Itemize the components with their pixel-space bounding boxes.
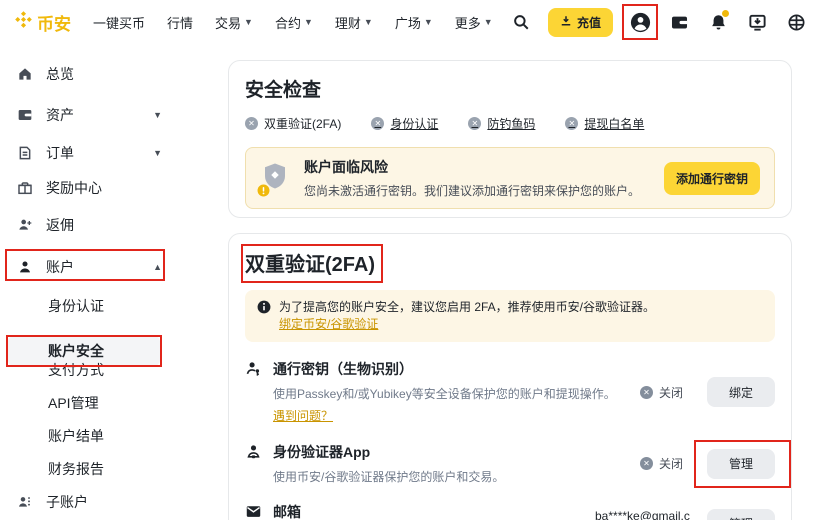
sidebar-item-overview[interactable]: 总览	[16, 64, 166, 84]
email-icon	[245, 503, 263, 520]
binance-logo[interactable]: 币安	[14, 10, 71, 35]
chevron-down-icon: ▼	[153, 110, 162, 120]
referral-icon	[16, 216, 34, 234]
sidebar-subitem-statement[interactable]: 账户结单	[48, 426, 104, 446]
authenticator-description: 使用币安/谷歌验证器保护您的账户和交易。	[273, 468, 640, 485]
chevron-down-icon: ▼	[304, 18, 313, 27]
status-off-icon: ✕	[640, 386, 653, 399]
binance-diamond-icon	[14, 10, 33, 34]
authenticator-icon	[245, 443, 263, 461]
sidebar-item-orders[interactable]: 订单 ▼	[16, 143, 166, 163]
risk-warning-description: 您尚未激活通行密钥。我们建议添加通行密钥来保护您的账户。	[304, 182, 650, 199]
subaccounts-icon	[16, 493, 34, 511]
status-off-icon: ✕	[640, 457, 653, 470]
authenticator-title: 身份验证器App	[273, 442, 640, 462]
authenticator-manage-button[interactable]: 管理	[707, 449, 775, 479]
risk-warning-banner: 账户面临风险 您尚未激活通行密钥。我们建议添加通行密钥来保护您的账户。 添加通行…	[245, 147, 775, 209]
authenticator-status: ✕ 关闭	[640, 455, 683, 472]
risk-warning-text: 账户面临风险 您尚未激活通行密钥。我们建议添加通行密钥来保护您的账户。	[304, 157, 650, 199]
passkey-description: 使用Passkey和/或Yubikey等安全设备保护您的账户和提现操作。	[273, 385, 640, 402]
status-off-icon: ✕	[565, 117, 578, 130]
passkey-info: 通行密钥（生物识别） 使用Passkey和/或Yubikey等安全设备保护您的账…	[273, 359, 640, 425]
nav-right: 充值	[509, 0, 808, 44]
passkey-row: 通行密钥（生物识别） 使用Passkey和/或Yubikey等安全设备保护您的账…	[245, 359, 775, 425]
deposit-button[interactable]: 充值	[548, 8, 613, 37]
nav-item-futures[interactable]: 合约▼	[275, 13, 313, 32]
status-off-icon: ✕	[245, 117, 258, 130]
account-security-page: 币安 一键买币 行情 交易▼ 合约▼ 理财▼ 广场▼ 更多▼ 充值	[0, 0, 816, 520]
passkey-status: ✕ 关闭	[640, 384, 683, 401]
shield-warning-icon	[260, 161, 290, 196]
download-app-icon[interactable]	[745, 10, 769, 34]
bind-authenticator-link[interactable]: 绑定币安/谷歌验证	[279, 317, 378, 331]
orders-icon	[16, 144, 34, 162]
sidebar-subitem-payment[interactable]: 支付方式	[48, 360, 104, 380]
assets-icon	[16, 106, 34, 124]
add-passkey-button[interactable]: 添加通行密钥	[664, 162, 760, 195]
authenticator-row: 身份验证器App 使用币安/谷歌验证器保护您的账户和交易。 ✕ 关闭 管理	[245, 442, 775, 485]
chevron-down-icon: ▼	[364, 18, 373, 27]
search-icon[interactable]	[509, 10, 533, 34]
sidebar-item-subaccounts[interactable]: 子账户	[16, 492, 166, 512]
email-title: 邮箱	[273, 502, 595, 520]
nav-item-earn[interactable]: 理财▼	[335, 13, 373, 32]
deposit-icon	[560, 15, 572, 30]
two-fa-notice-text: 为了提高您的账户安全，建议您启用 2FA，推荐使用币安/谷歌验证器。 绑定币安/…	[279, 299, 655, 333]
authenticator-info: 身份验证器App 使用币安/谷歌验证器保护您的账户和交易。	[273, 442, 640, 485]
two-fa-card: 双重验证(2FA) 为了提高您的账户安全，建议您启用 2FA，推荐使用币安/谷歌…	[228, 233, 792, 520]
email-manage-button[interactable]: 管理	[707, 509, 775, 520]
checklist-item-2fa[interactable]: ✕ 双重验证(2FA)	[245, 115, 341, 132]
sidebar-subitem-api[interactable]: API管理	[48, 393, 99, 413]
top-navbar: 币安 一键买币 行情 交易▼ 合约▼ 理财▼ 广场▼ 更多▼ 充值	[0, 0, 816, 44]
nav-item-square[interactable]: 广场▼	[395, 13, 433, 32]
wallet-icon[interactable]	[667, 10, 691, 34]
security-checklist: ✕ 双重验证(2FA) ✕ 身份认证 ✕ 防钓鱼码 ✕ 提现白名单	[245, 115, 775, 132]
nav-item-more[interactable]: 更多▼	[455, 13, 493, 32]
chevron-down-icon: ▼	[153, 148, 162, 158]
security-check-title: 安全检查	[245, 75, 775, 102]
account-icon	[16, 258, 34, 276]
notifications-bell-icon[interactable]	[706, 10, 730, 34]
email-info: 邮箱 使用邮箱保护您的账户与交易。	[273, 502, 595, 520]
checklist-item-identity[interactable]: ✕ 身份认证	[371, 115, 438, 132]
sidebar-item-account[interactable]: 账户 ▲	[16, 257, 166, 277]
sidebar: 总览 资产 ▼ 订单 ▼ 奖励中心 返佣	[0, 44, 228, 520]
passkey-help-link[interactable]: 遇到问题？	[273, 407, 333, 424]
chevron-down-icon: ▼	[484, 18, 493, 27]
rewards-icon	[16, 179, 34, 197]
two-fa-title: 双重验证(2FA)	[245, 248, 375, 277]
passkey-icon	[245, 360, 263, 378]
two-fa-notice: 为了提高您的账户安全，建议您启用 2FA，推荐使用币安/谷歌验证器。 绑定币安/…	[245, 290, 775, 342]
sidebar-item-rewards-hub[interactable]: 奖励中心	[16, 178, 166, 198]
risk-warning-title: 账户面临风险	[304, 157, 650, 177]
home-icon	[16, 65, 34, 83]
language-globe-icon[interactable]	[784, 10, 808, 34]
passkey-bind-button[interactable]: 绑定	[707, 377, 775, 407]
sidebar-item-assets[interactable]: 资产 ▼	[16, 105, 166, 125]
status-off-icon: ✕	[371, 117, 384, 130]
binance-logo-text: 币安	[37, 10, 71, 35]
profile-icon[interactable]	[628, 10, 652, 34]
info-icon	[257, 300, 271, 333]
sidebar-subitem-reports[interactable]: 财务报告	[48, 459, 104, 479]
security-check-card: 安全检查 ✕ 双重验证(2FA) ✕ 身份认证 ✕ 防钓鱼码 ✕ 提现白名单	[228, 60, 792, 218]
checklist-item-antiphishing[interactable]: ✕ 防钓鱼码	[468, 115, 535, 132]
email-row: 邮箱 使用邮箱保护您的账户与交易。 ba****ke@gmail.com 管理	[245, 502, 775, 520]
nav-item-markets[interactable]: 行情	[167, 13, 193, 32]
checklist-item-whitelist[interactable]: ✕ 提现白名单	[565, 115, 644, 132]
nav-item-trade[interactable]: 交易▼	[215, 13, 253, 32]
notification-badge	[722, 10, 729, 17]
status-off-icon: ✕	[468, 117, 481, 130]
chevron-down-icon: ▼	[244, 18, 253, 27]
passkey-title: 通行密钥（生物识别）	[273, 359, 640, 379]
nav-item-buy-crypto[interactable]: 一键买币	[93, 13, 145, 32]
sidebar-item-referral[interactable]: 返佣	[16, 215, 166, 235]
nav-left: 币安 一键买币 行情 交易▼ 合约▼ 理财▼ 广场▼ 更多▼	[14, 10, 493, 35]
sidebar-subitem-identity[interactable]: 身份认证	[48, 296, 104, 316]
chevron-up-icon: ▲	[153, 262, 162, 272]
email-masked-value: ba****ke@gmail.com	[595, 508, 691, 520]
chevron-down-icon: ▼	[424, 18, 433, 27]
